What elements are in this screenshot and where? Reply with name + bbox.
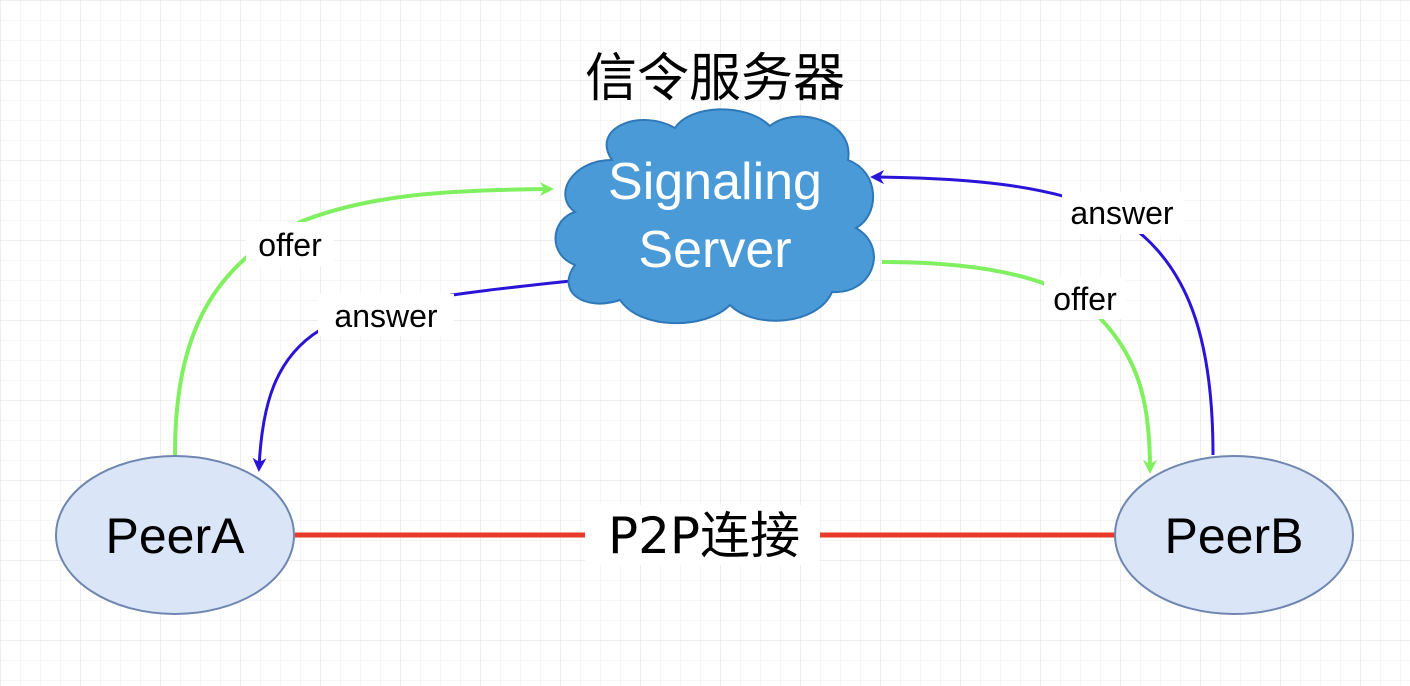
peer-a-node[interactable]: PeerA: [55, 455, 295, 615]
server-label-line-1: Signaling: [608, 153, 822, 211]
p2p-connection-label: P2P连接: [608, 507, 800, 565]
peer-b-node[interactable]: PeerB: [1114, 455, 1354, 615]
peer-b-offer-label: offer: [1053, 281, 1117, 317]
peer-a-answer-label: answer: [334, 298, 438, 334]
peer-a-offer-label: offer: [258, 227, 322, 263]
diagram-title: 信令服务器: [585, 49, 845, 109]
signaling-diagram: 信令服务器 P2P连接 offer answer offer answer Si…: [0, 0, 1410, 686]
peer-b-label: PeerB: [1165, 508, 1304, 564]
peer-b-answer-label: answer: [1070, 195, 1174, 231]
server-label-line-2: Server: [638, 221, 791, 279]
diagram-canvas: 信令服务器 P2P连接 offer answer offer answer Si…: [0, 0, 1410, 686]
peer-a-label: PeerA: [106, 508, 246, 564]
